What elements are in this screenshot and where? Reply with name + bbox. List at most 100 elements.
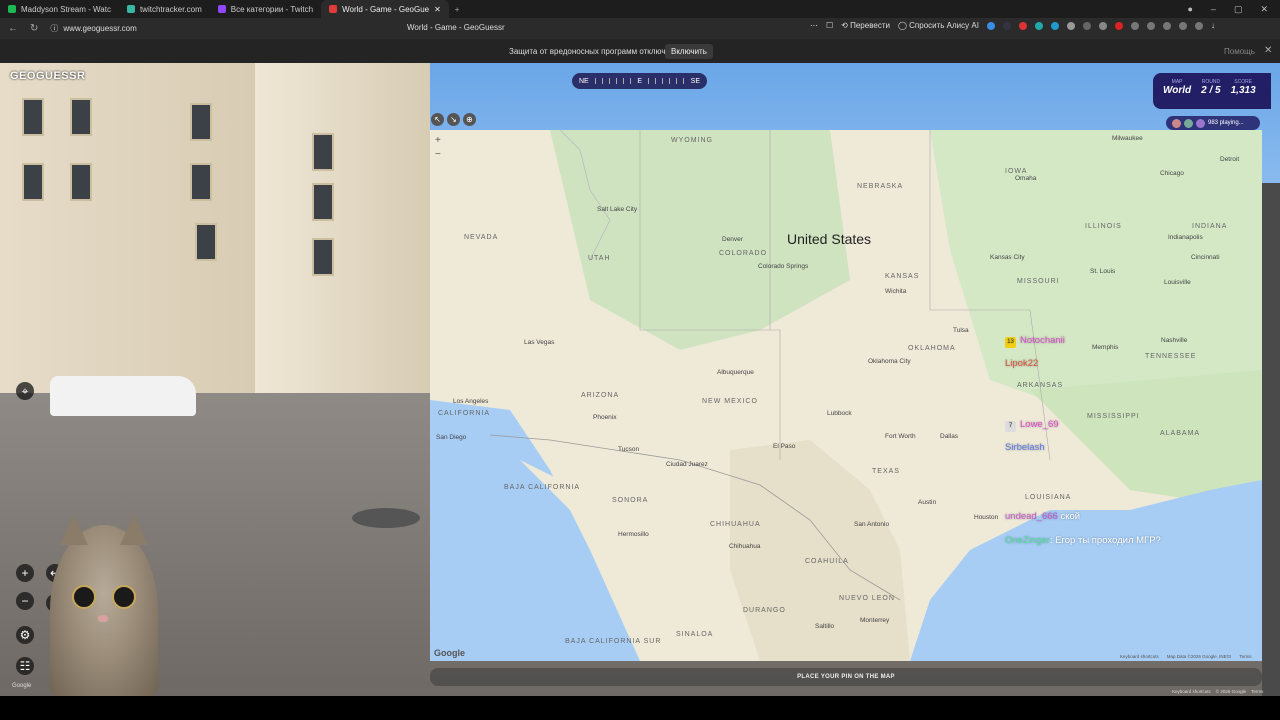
extension-icon[interactable] (1018, 21, 1027, 30)
city-label: Chihuahua (729, 543, 761, 550)
extension-icon[interactable] (1034, 21, 1043, 30)
manhole (352, 508, 420, 528)
extension-icon[interactable] (1130, 21, 1139, 30)
url-field[interactable]: ⓘ www.geoguessr.com (50, 23, 136, 34)
guess-map[interactable]: United States WYOMING NEBRASKA IOWA ILLI… (430, 130, 1262, 661)
game-status-panel: MAP World ROUND 2 / 5 SCORE 1,313 (1153, 73, 1271, 109)
city-label: Ciudad Juarez (666, 461, 708, 468)
settings-icon[interactable]: ⚙ (16, 626, 34, 644)
tab-label: Maddyson Stream - Watc (21, 4, 111, 14)
extension-icon[interactable] (1098, 21, 1107, 30)
new-tab-button[interactable]: + (449, 5, 466, 14)
score-value: 1,313 (1230, 85, 1256, 96)
keyboard-shortcuts-link[interactable]: Keyboard shortcuts (1120, 654, 1159, 659)
copyright-text: © 2026 Google (1215, 689, 1247, 694)
download-icon[interactable]: ↓ (1211, 21, 1215, 30)
extension-icon[interactable] (1178, 21, 1187, 30)
city-label: Omaha (1015, 175, 1037, 182)
enable-protection-button[interactable]: Включить (665, 44, 713, 59)
back-icon[interactable]: ← (8, 23, 18, 34)
chat-icon[interactable]: ☷ (16, 657, 34, 675)
state-label: IOWA (1005, 168, 1028, 175)
maximize-button[interactable]: ▢ (1234, 4, 1243, 15)
help-link[interactable]: Помощь (1224, 47, 1255, 56)
close-window-button[interactable]: ✕ (1260, 4, 1268, 15)
keyboard-shortcuts-link[interactable]: Keyboard shortcuts (1172, 689, 1211, 694)
van (50, 376, 196, 416)
state-label: MISSOURI (1017, 278, 1060, 285)
window (22, 163, 44, 201)
security-icon: ⓘ (50, 24, 59, 33)
translate-button[interactable]: ⟲ Перевести (841, 21, 890, 30)
map-zoom-out-button[interactable]: − (435, 148, 441, 162)
state-label: TEXAS (872, 468, 900, 475)
tab-geoguessr[interactable]: World - Game - GeoGue ✕ (321, 0, 449, 18)
state-label: ILLINOIS (1085, 223, 1122, 230)
tab-label: twitchtracker.com (139, 4, 202, 14)
alice-button[interactable]: ◯ Спросить Алису AI (898, 21, 979, 30)
building (255, 63, 430, 393)
bookmark-icon[interactable]: ☐ (826, 21, 833, 30)
window (312, 133, 334, 171)
extension-icon[interactable] (1162, 21, 1171, 30)
extension-icon[interactable] (1114, 21, 1123, 30)
compass[interactable]: NE E SE (572, 73, 707, 89)
twitch-icon (217, 5, 226, 13)
state-label: LOUISIANA (1025, 494, 1072, 501)
tab-label: World - Game - GeoGue (342, 4, 430, 14)
window (22, 98, 44, 136)
map-zoom-in-button[interactable]: + (435, 134, 441, 148)
tab-bar: Maddyson Stream - Watc twitchtracker.com… (0, 0, 1280, 18)
page-title: World - Game - GeoGuessr (407, 23, 505, 32)
return-to-start-button[interactable]: ⌖ (16, 382, 34, 400)
map-pin-icon[interactable]: ⊕ (463, 113, 476, 126)
tab-close-icon[interactable]: ✕ (434, 5, 441, 14)
translate-label: Перевести (850, 21, 890, 30)
state-label: SONORA (612, 497, 649, 504)
state-label: MISSISSIPPI (1087, 413, 1140, 420)
tab-twitch-categories[interactable]: Все категории - Twitch (210, 0, 321, 18)
compass-center: E (637, 77, 643, 85)
chat-user: undead_666 (1005, 511, 1058, 522)
chat-text: ской (1060, 511, 1081, 522)
window (195, 223, 217, 261)
state-label: KANSAS (885, 273, 920, 280)
zoom-out-button[interactable]: − (16, 592, 34, 610)
more-icon[interactable]: ⋯ (810, 21, 818, 30)
profile-icon[interactable]: ● (1187, 4, 1192, 15)
extension-icon[interactable] (1066, 21, 1075, 30)
extension-icon[interactable] (1082, 21, 1091, 30)
terms-link[interactable]: Terms (1251, 689, 1263, 694)
streetview-google-logo: Google (12, 683, 32, 689)
city-label: Kansas City (990, 254, 1025, 261)
close-notice-icon[interactable]: ✕ (1264, 45, 1272, 56)
city-label: St. Louis (1090, 268, 1116, 275)
alice-label: Спросить Алису AI (909, 21, 979, 30)
city-label: Milwaukee (1112, 135, 1143, 142)
reload-icon[interactable]: ↻ (30, 23, 38, 34)
state-label: BAJA CALIFORNIA (504, 484, 581, 491)
chat-message: Lipok22 (1005, 358, 1038, 369)
extension-icon[interactable] (1002, 21, 1011, 30)
extension-icon[interactable] (1194, 21, 1203, 30)
city-label: San Diego (436, 434, 467, 441)
map-tools: ↖ ↘ ⊕ (431, 113, 476, 126)
window (70, 98, 92, 136)
place-pin-button[interactable]: PLACE YOUR PIN ON THE MAP (430, 668, 1262, 686)
tab-maddyson[interactable]: Maddyson Stream - Watc (0, 0, 119, 18)
city-label: Denver (722, 236, 743, 243)
extension-icon[interactable] (986, 21, 995, 30)
map-shrink-icon[interactable]: ↖ (431, 113, 444, 126)
tab-twitchtracker[interactable]: twitchtracker.com (119, 0, 210, 18)
extension-icon[interactable] (1146, 21, 1155, 30)
state-label: ARIZONA (581, 392, 620, 399)
minimize-button[interactable]: – (1211, 4, 1216, 15)
geoguessr-logo[interactable]: GEOGUESSR (10, 70, 85, 82)
map-expand-icon[interactable]: ↘ (447, 113, 460, 126)
city-label: Lubbock (827, 410, 852, 417)
terms-link[interactable]: Terms (1239, 654, 1251, 659)
zoom-in-button[interactable]: + (16, 564, 34, 582)
map-zoom-controls: + − (435, 134, 441, 162)
extension-icon[interactable] (1050, 21, 1059, 30)
state-label: ALABAMA (1160, 430, 1201, 437)
